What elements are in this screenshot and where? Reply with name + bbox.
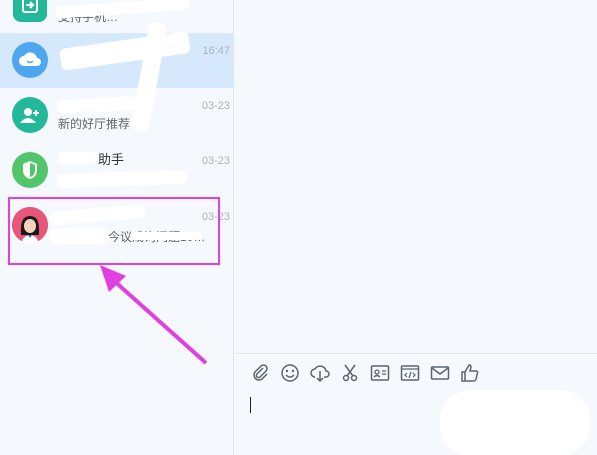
conversation-time: 03-23 (201, 155, 230, 167)
text-cursor (250, 397, 251, 413)
conversation-time: 03-23 (201, 100, 230, 112)
cloud-download-icon[interactable] (309, 362, 331, 384)
mail-icon[interactable] (429, 362, 451, 384)
emoji-icon[interactable] (279, 362, 301, 384)
attachment-icon[interactable] (249, 362, 271, 384)
compose-toolbar (249, 362, 481, 386)
add-contact-icon (12, 97, 48, 133)
highlight-box (8, 197, 220, 265)
cloud-icon (12, 42, 48, 78)
login-icon (13, 0, 47, 22)
conversation-title: 助手 (98, 152, 125, 167)
shield-icon (12, 152, 48, 188)
conversation-time: 16:47 (202, 45, 230, 57)
thumbs-up-icon[interactable] (459, 362, 481, 384)
compose-panel[interactable] (235, 353, 597, 455)
scissors-icon[interactable] (339, 362, 361, 384)
conversation-item[interactable]: 助手 03-23 (0, 143, 234, 198)
redaction-scribble (57, 152, 97, 164)
redaction-scribble (440, 390, 590, 455)
contact-card-icon[interactable] (369, 362, 391, 384)
code-icon[interactable] (399, 362, 421, 384)
conversation-preview: 新的好厅推荐 (58, 117, 131, 131)
